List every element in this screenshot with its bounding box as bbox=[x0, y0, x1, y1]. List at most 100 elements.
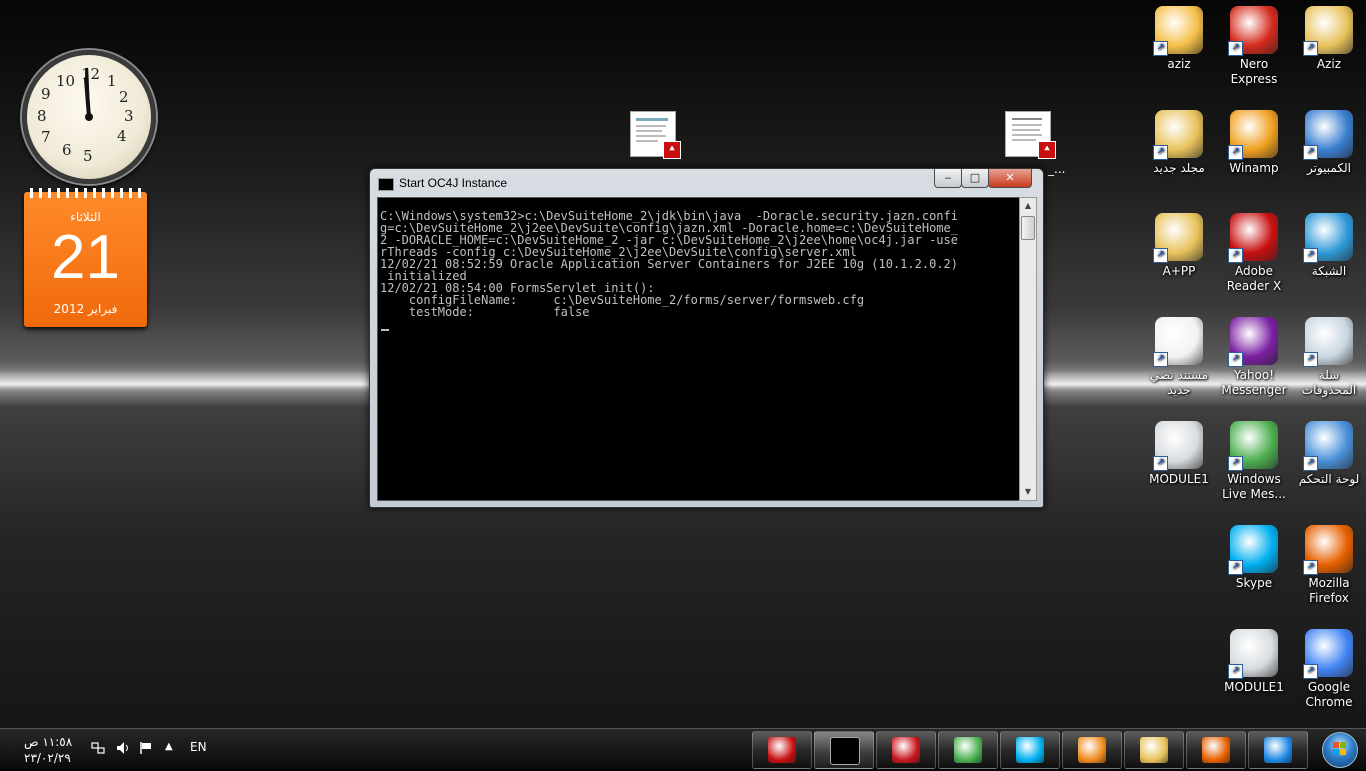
calendar-gadget[interactable]: الثلاثاء 21 فبراير 2012 bbox=[24, 188, 147, 327]
vertical-scrollbar[interactable]: ▲ ▼ bbox=[1019, 197, 1037, 501]
taskbar-button[interactable] bbox=[1000, 731, 1060, 769]
desktop-icon[interactable]: ↗ aziz bbox=[1142, 6, 1216, 72]
desktop-icon[interactable]: ↗ Nero Express bbox=[1217, 6, 1291, 87]
volume-tray-icon[interactable] bbox=[116, 741, 130, 758]
network-icon: ↗ bbox=[1303, 213, 1353, 263]
mail-icon: ↗ bbox=[1153, 6, 1203, 56]
desktop-icon-label: Nero Express bbox=[1230, 57, 1278, 86]
console-cursor bbox=[381, 329, 389, 331]
firefox-icon: ↗ bbox=[1303, 525, 1353, 575]
calendar-date: 21 bbox=[51, 223, 120, 292]
taskbar-button[interactable] bbox=[876, 731, 936, 769]
desktop-icon[interactable]: ↗ Mozilla Firefox bbox=[1292, 525, 1366, 606]
explorer-icon bbox=[1140, 737, 1168, 763]
desktop-icon[interactable]: ↗ Google Chrome bbox=[1292, 629, 1366, 710]
shortcut-arrow-icon: ↗ bbox=[1228, 664, 1243, 679]
desktop-icon-label: Adobe Reader X bbox=[1226, 264, 1282, 293]
desktop-icon[interactable]: ↗ Aziz bbox=[1292, 6, 1366, 72]
desktop-thumb-caption: _... bbox=[1048, 162, 1066, 176]
desktop-icon-label: Windows Live Mes... bbox=[1222, 472, 1286, 501]
live-messenger-icon bbox=[954, 737, 982, 763]
shortcut-arrow-icon: ↗ bbox=[1228, 145, 1243, 160]
maximize-button[interactable]: □ bbox=[961, 169, 989, 188]
network-tray-icon[interactable] bbox=[91, 741, 105, 758]
cmd-icon bbox=[378, 178, 394, 191]
desktop-icon-label: A+PP bbox=[1162, 264, 1196, 278]
pdf-icon: ⯅ bbox=[1038, 141, 1056, 159]
desktop-icon[interactable]: ↗ Winamp bbox=[1217, 110, 1291, 176]
start-button[interactable] bbox=[1318, 729, 1362, 769]
text-document-icon: ↗ bbox=[1153, 317, 1203, 367]
desktop-icon[interactable]: ↗ مجلد جديد bbox=[1142, 110, 1216, 176]
shortcut-arrow-icon: ↗ bbox=[1228, 41, 1243, 56]
shortcut-arrow-icon: ↗ bbox=[1153, 41, 1168, 56]
desktop-icon[interactable]: ↗ الكمبيوتر bbox=[1292, 110, 1366, 176]
tray-time[interactable]: ١١:٥٨ ص bbox=[24, 735, 72, 749]
desktop-pdf-thumbnail[interactable]: ⯅ bbox=[1005, 111, 1056, 159]
adobe-reader-icon: ↗ bbox=[1228, 213, 1278, 263]
skype-icon bbox=[1016, 737, 1044, 763]
desktop-icon[interactable]: ↗ الشبكة bbox=[1292, 213, 1366, 279]
desktop-icon-label: مجلد جديد bbox=[1153, 161, 1205, 175]
desktop-icon-label: Aziz bbox=[1316, 57, 1342, 71]
shortcut-arrow-icon: ↗ bbox=[1303, 456, 1318, 471]
tray-date[interactable]: ٢٣/٠٢/٢٩ bbox=[24, 751, 71, 765]
taskbar-button[interactable] bbox=[1186, 731, 1246, 769]
taskbar-button[interactable] bbox=[938, 731, 998, 769]
desktop-icon-label: Google Chrome bbox=[1305, 680, 1353, 709]
desktop-icon-label: الكمبيوتر bbox=[1307, 161, 1351, 175]
adobe-reader-icon bbox=[768, 737, 796, 763]
language-indicator[interactable]: EN bbox=[190, 740, 207, 754]
clock-gadget[interactable]: 12 1 2 3 4 5 6 7 8 9 10 11 bbox=[22, 50, 156, 184]
live-messenger-icon: ↗ bbox=[1228, 421, 1278, 471]
taskbar-button[interactable] bbox=[1124, 731, 1184, 769]
shortcut-arrow-icon: ↗ bbox=[1228, 248, 1243, 263]
desktop-icon-label: سلة المحذوفات bbox=[1301, 368, 1357, 397]
taskbar-button[interactable] bbox=[1248, 731, 1308, 769]
desktop-icon-label: MODULE1 bbox=[1149, 472, 1209, 486]
user-folder-icon: ↗ bbox=[1303, 6, 1353, 56]
forms-module-icon: ↗ bbox=[1153, 421, 1203, 471]
computer-icon: ↗ bbox=[1303, 110, 1353, 160]
desktop-icon-label: Yahoo! Messenger bbox=[1221, 368, 1287, 397]
desktop-pdf-thumbnail[interactable]: ⯅ bbox=[630, 111, 681, 159]
cmd-icon bbox=[830, 737, 860, 765]
window-title: Start OC4J Instance bbox=[399, 176, 508, 190]
minimize-button[interactable]: ‒ bbox=[934, 169, 962, 188]
recycle-bin-icon: ↗ bbox=[1303, 317, 1353, 367]
desktop-icon-label: Skype bbox=[1235, 576, 1273, 590]
desktop-icon-label: MODULE1 bbox=[1224, 680, 1284, 694]
winamp-icon: ↗ bbox=[1228, 110, 1278, 160]
scroll-up-arrow-icon[interactable]: ▲ bbox=[1020, 198, 1036, 214]
desktop-icon[interactable]: ↗ Windows Live Mes... bbox=[1217, 421, 1291, 502]
scrollbar-thumb[interactable] bbox=[1021, 216, 1035, 240]
taskbar-button[interactable] bbox=[752, 731, 812, 769]
close-button[interactable]: ✕ bbox=[988, 169, 1032, 188]
oracle-forms-icon bbox=[892, 737, 920, 763]
desktop-icon[interactable]: ↗ Adobe Reader X bbox=[1217, 213, 1291, 294]
internet-explorer-icon bbox=[1264, 737, 1292, 763]
desktop-icon[interactable]: ↗ MODULE1 bbox=[1142, 421, 1216, 487]
show-hidden-icons-chevron-icon[interactable]: ▲ bbox=[165, 741, 173, 752]
desktop-icon[interactable]: ↗ لوحة التحكم bbox=[1292, 421, 1366, 487]
desktop-icon[interactable]: ↗ مستند نصي جديد bbox=[1142, 317, 1216, 398]
clock-hands bbox=[84, 67, 93, 121]
desktop-icon[interactable]: ↗ Skype bbox=[1217, 525, 1291, 591]
shortcut-arrow-icon: ↗ bbox=[1153, 145, 1168, 160]
nero-icon: ↗ bbox=[1228, 6, 1278, 56]
firefox-icon bbox=[1202, 737, 1230, 763]
desktop-icon[interactable]: ↗ MODULE1 bbox=[1217, 629, 1291, 695]
console-window[interactable]: Start OC4J Instance ‒ □ ✕ C:\Windows\sys… bbox=[369, 168, 1044, 508]
scroll-down-arrow-icon[interactable]: ▼ bbox=[1020, 484, 1036, 500]
desktop-icon[interactable]: ↗ سلة المحذوفات bbox=[1292, 317, 1366, 398]
shortcut-arrow-icon: ↗ bbox=[1153, 456, 1168, 471]
desktop-icon[interactable]: ↗ Yahoo! Messenger bbox=[1217, 317, 1291, 398]
shortcut-arrow-icon: ↗ bbox=[1228, 456, 1243, 471]
console-output[interactable]: C:\Windows\system32>c:\DevSuiteHome_2\jd… bbox=[377, 197, 1020, 501]
shortcut-arrow-icon: ↗ bbox=[1303, 352, 1318, 367]
shortcut-arrow-icon: ↗ bbox=[1153, 352, 1168, 367]
desktop-icon[interactable]: ↗ A+PP bbox=[1142, 213, 1216, 279]
taskbar-button[interactable] bbox=[1062, 731, 1122, 769]
taskbar-button[interactable] bbox=[814, 731, 874, 769]
action-center-flag-icon[interactable] bbox=[139, 741, 153, 758]
